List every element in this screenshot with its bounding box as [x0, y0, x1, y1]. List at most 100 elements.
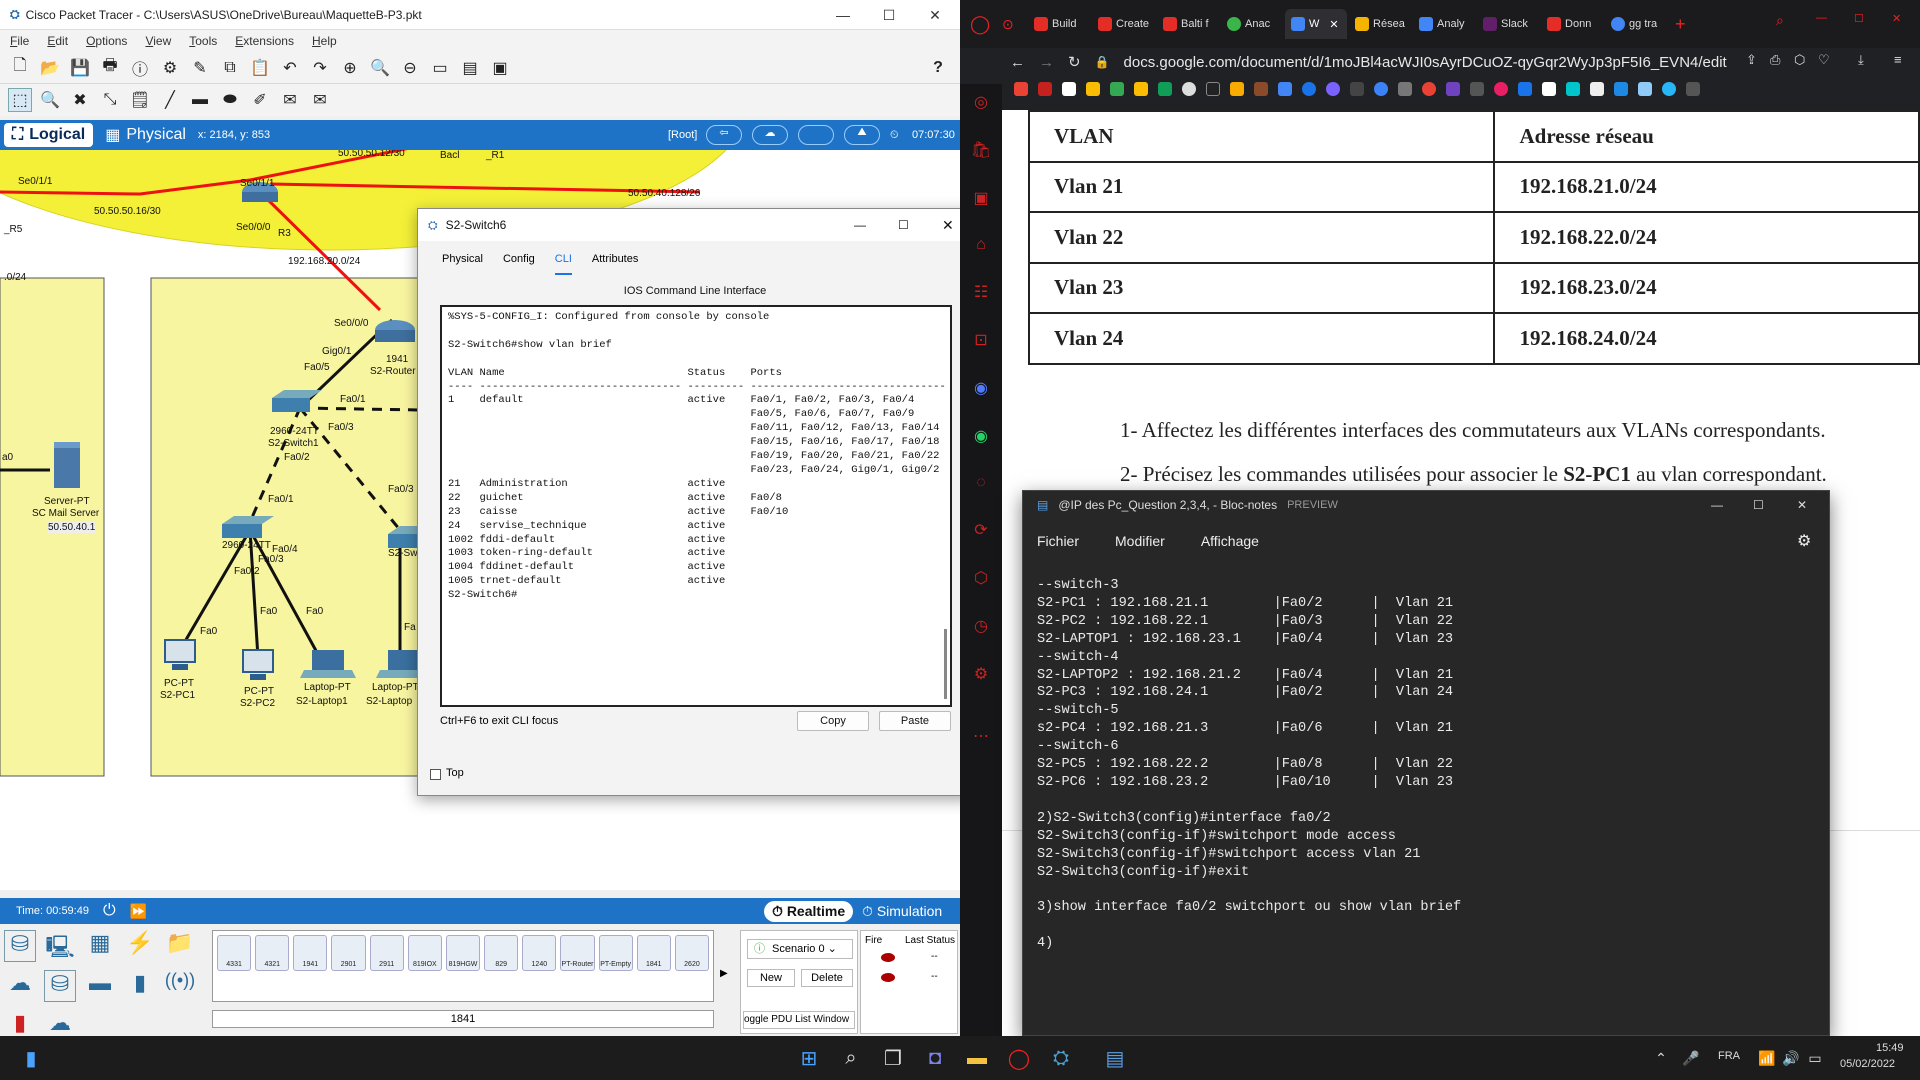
tab-config[interactable]: Config: [503, 253, 535, 275]
end-devices-icon[interactable]: 🖳: [44, 930, 76, 962]
connections-icon[interactable]: ⚡: [124, 930, 156, 962]
drive-bookmark-icon[interactable]: [1086, 82, 1100, 96]
bookmark-icon[interactable]: [1662, 82, 1676, 96]
menu-affichage[interactable]: Affichage: [1201, 533, 1259, 549]
bookmark-icon[interactable]: [1374, 82, 1388, 96]
teams-chat-icon[interactable]: ◘: [920, 1043, 950, 1073]
browser-tab-google-translate[interactable]: gg tra: [1605, 9, 1667, 39]
browser-tab-anaconda[interactable]: Anac: [1221, 9, 1283, 39]
delete-icon[interactable]: ✖: [68, 88, 92, 112]
speed-dial-icon[interactable]: ◎: [974, 92, 988, 112]
reload-icon[interactable]: ↻: [1068, 53, 1081, 71]
router-s2-icon[interactable]: [375, 320, 415, 342]
menu-view[interactable]: View: [145, 34, 171, 48]
menu-tools[interactable]: Tools: [189, 34, 217, 48]
browser-tab-slack[interactable]: Slack: [1477, 9, 1539, 39]
help-icon[interactable]: ?: [926, 56, 950, 80]
freeform-icon[interactable]: ✐: [248, 88, 272, 112]
device-829[interactable]: 829: [484, 935, 519, 971]
shopping-bag-icon[interactable]: 🛍: [971, 140, 991, 160]
notepad-text-area[interactable]: --switch-3 S2-PC1 : 192.168.21.1 |Fa0/2 …: [1037, 577, 1461, 953]
maps-bookmark-icon[interactable]: [1110, 82, 1124, 96]
dialog-minimize-button[interactable]: —: [854, 218, 866, 232]
cli-scrollbar[interactable]: [944, 629, 947, 699]
heart-icon[interactable]: ♡: [1818, 52, 1830, 68]
undo-icon[interactable]: ↶: [278, 56, 302, 80]
instagram-icon[interactable]: ◌: [976, 474, 986, 492]
bookmark-icon[interactable]: [1350, 82, 1364, 96]
new-file-icon[interactable]: 🗋: [8, 56, 32, 80]
bookmark-icon[interactable]: [1686, 82, 1700, 96]
zoom-in-icon[interactable]: ⊕: [338, 56, 362, 80]
note-icon[interactable]: 🗒: [128, 88, 152, 112]
device-819iox[interactable]: 819IOX: [407, 935, 442, 971]
browser-tab-donnees[interactable]: Donn: [1541, 9, 1603, 39]
dialog-maximize-button[interactable]: ☐: [898, 218, 909, 232]
settings-gear-icon[interactable]: ⚙: [1797, 531, 1811, 551]
browser-tab-reseau[interactable]: Résea: [1349, 9, 1411, 39]
browser-tab-create[interactable]: Create: [1092, 9, 1155, 39]
clock-date[interactable]: 05/02/2022: [1840, 1058, 1895, 1070]
draw-rect-icon[interactable]: ▬: [188, 88, 212, 112]
back-arrow-icon[interactable]: ←: [1010, 54, 1025, 71]
browser-tab-analytics[interactable]: Analy: [1413, 9, 1475, 39]
browser-minimize-button[interactable]: —: [1816, 12, 1827, 24]
download-icon[interactable]: ⤓: [1858, 52, 1864, 68]
paste-icon[interactable]: 📋: [248, 56, 272, 80]
device-819hgw[interactable]: 819HGW: [445, 935, 481, 971]
bookmark-icon[interactable]: [1422, 82, 1436, 96]
menu-extensions[interactable]: Extensions: [235, 34, 294, 48]
bookmark-icon[interactable]: [1518, 82, 1532, 96]
search-icon[interactable]: ⌕: [836, 1043, 866, 1073]
menu-icon[interactable]: ≡: [1894, 52, 1902, 67]
multiuser-icon[interactable]: ☁: [4, 970, 36, 1002]
fast-forward-icon[interactable]: ⏩: [130, 903, 147, 920]
microphone-icon[interactable]: 🎤: [1676, 1043, 1706, 1073]
components-icon[interactable]: ▦: [84, 930, 116, 962]
forward-arrow-icon[interactable]: →: [1039, 54, 1054, 71]
back-button[interactable]: ⇦: [706, 125, 742, 145]
tab-logical[interactable]: ⛶ Logical: [4, 123, 94, 147]
notepad-maximize-button[interactable]: ☐: [1753, 498, 1764, 512]
cube-icon[interactable]: ⬡: [1794, 52, 1805, 68]
cube-sidebar-icon[interactable]: ⬡: [974, 568, 988, 588]
notepad-minimize-button[interactable]: —: [1711, 498, 1723, 512]
server-icon[interactable]: [54, 442, 80, 488]
bookmark-icon[interactable]: [1470, 82, 1484, 96]
device-1240[interactable]: 1240: [522, 935, 557, 971]
pt-minimize-button[interactable]: —: [820, 0, 866, 30]
pdu-list-button[interactable]: oggle PDU List Window: [743, 1011, 855, 1029]
menu-file[interactable]: File: [10, 34, 29, 48]
menu-help[interactable]: Help: [312, 34, 337, 48]
bookmark-icon[interactable]: [1494, 82, 1508, 96]
pdu-red-dot-icon[interactable]: [881, 953, 895, 962]
switches-icon[interactable]: ▬: [84, 970, 116, 1002]
copy-icon[interactable]: ⧉: [218, 56, 242, 80]
messenger-icon[interactable]: ◉: [974, 378, 988, 398]
complex-pdu-icon[interactable]: ✉: [308, 88, 332, 112]
dialog-close-button[interactable]: ✕: [942, 217, 954, 234]
bookmark-icon[interactable]: [1566, 82, 1580, 96]
snapshot-icon[interactable]: ⎙: [1770, 52, 1780, 68]
bookmark-icon[interactable]: [1446, 82, 1460, 96]
history-icon[interactable]: ⊡: [974, 330, 987, 350]
more-icon[interactable]: ⋯: [973, 726, 989, 746]
notepad-close-button[interactable]: ✕: [1797, 498, 1807, 512]
scroll-right-arrow-icon[interactable]: ▶: [720, 968, 728, 979]
tab-physical-config[interactable]: Physical: [442, 253, 483, 275]
redo-icon[interactable]: ↷: [308, 56, 332, 80]
routers-icon[interactable]: ⛁: [44, 970, 76, 1002]
viewport-mode-button[interactable]: [798, 125, 834, 145]
photos-bookmark-icon[interactable]: [1134, 82, 1148, 96]
desktop-icon[interactable]: ▮: [16, 1043, 46, 1073]
new-scenario-button[interactable]: New: [747, 969, 795, 987]
custom-device-icon[interactable]: ▤: [458, 56, 482, 80]
tab-cli[interactable]: CLI: [554, 253, 572, 275]
menu-options[interactable]: Options: [86, 34, 127, 48]
device-pt-empty[interactable]: PT-Empty: [598, 935, 633, 971]
share-icon[interactable]: ⇪: [1746, 52, 1757, 68]
device-2620[interactable]: 2620: [674, 935, 710, 971]
browser-tab-google-docs[interactable]: W ✕: [1285, 9, 1348, 39]
wan-emulation-icon[interactable]: ☁: [44, 1010, 76, 1036]
network-devices-icon[interactable]: ⛁: [4, 930, 36, 962]
